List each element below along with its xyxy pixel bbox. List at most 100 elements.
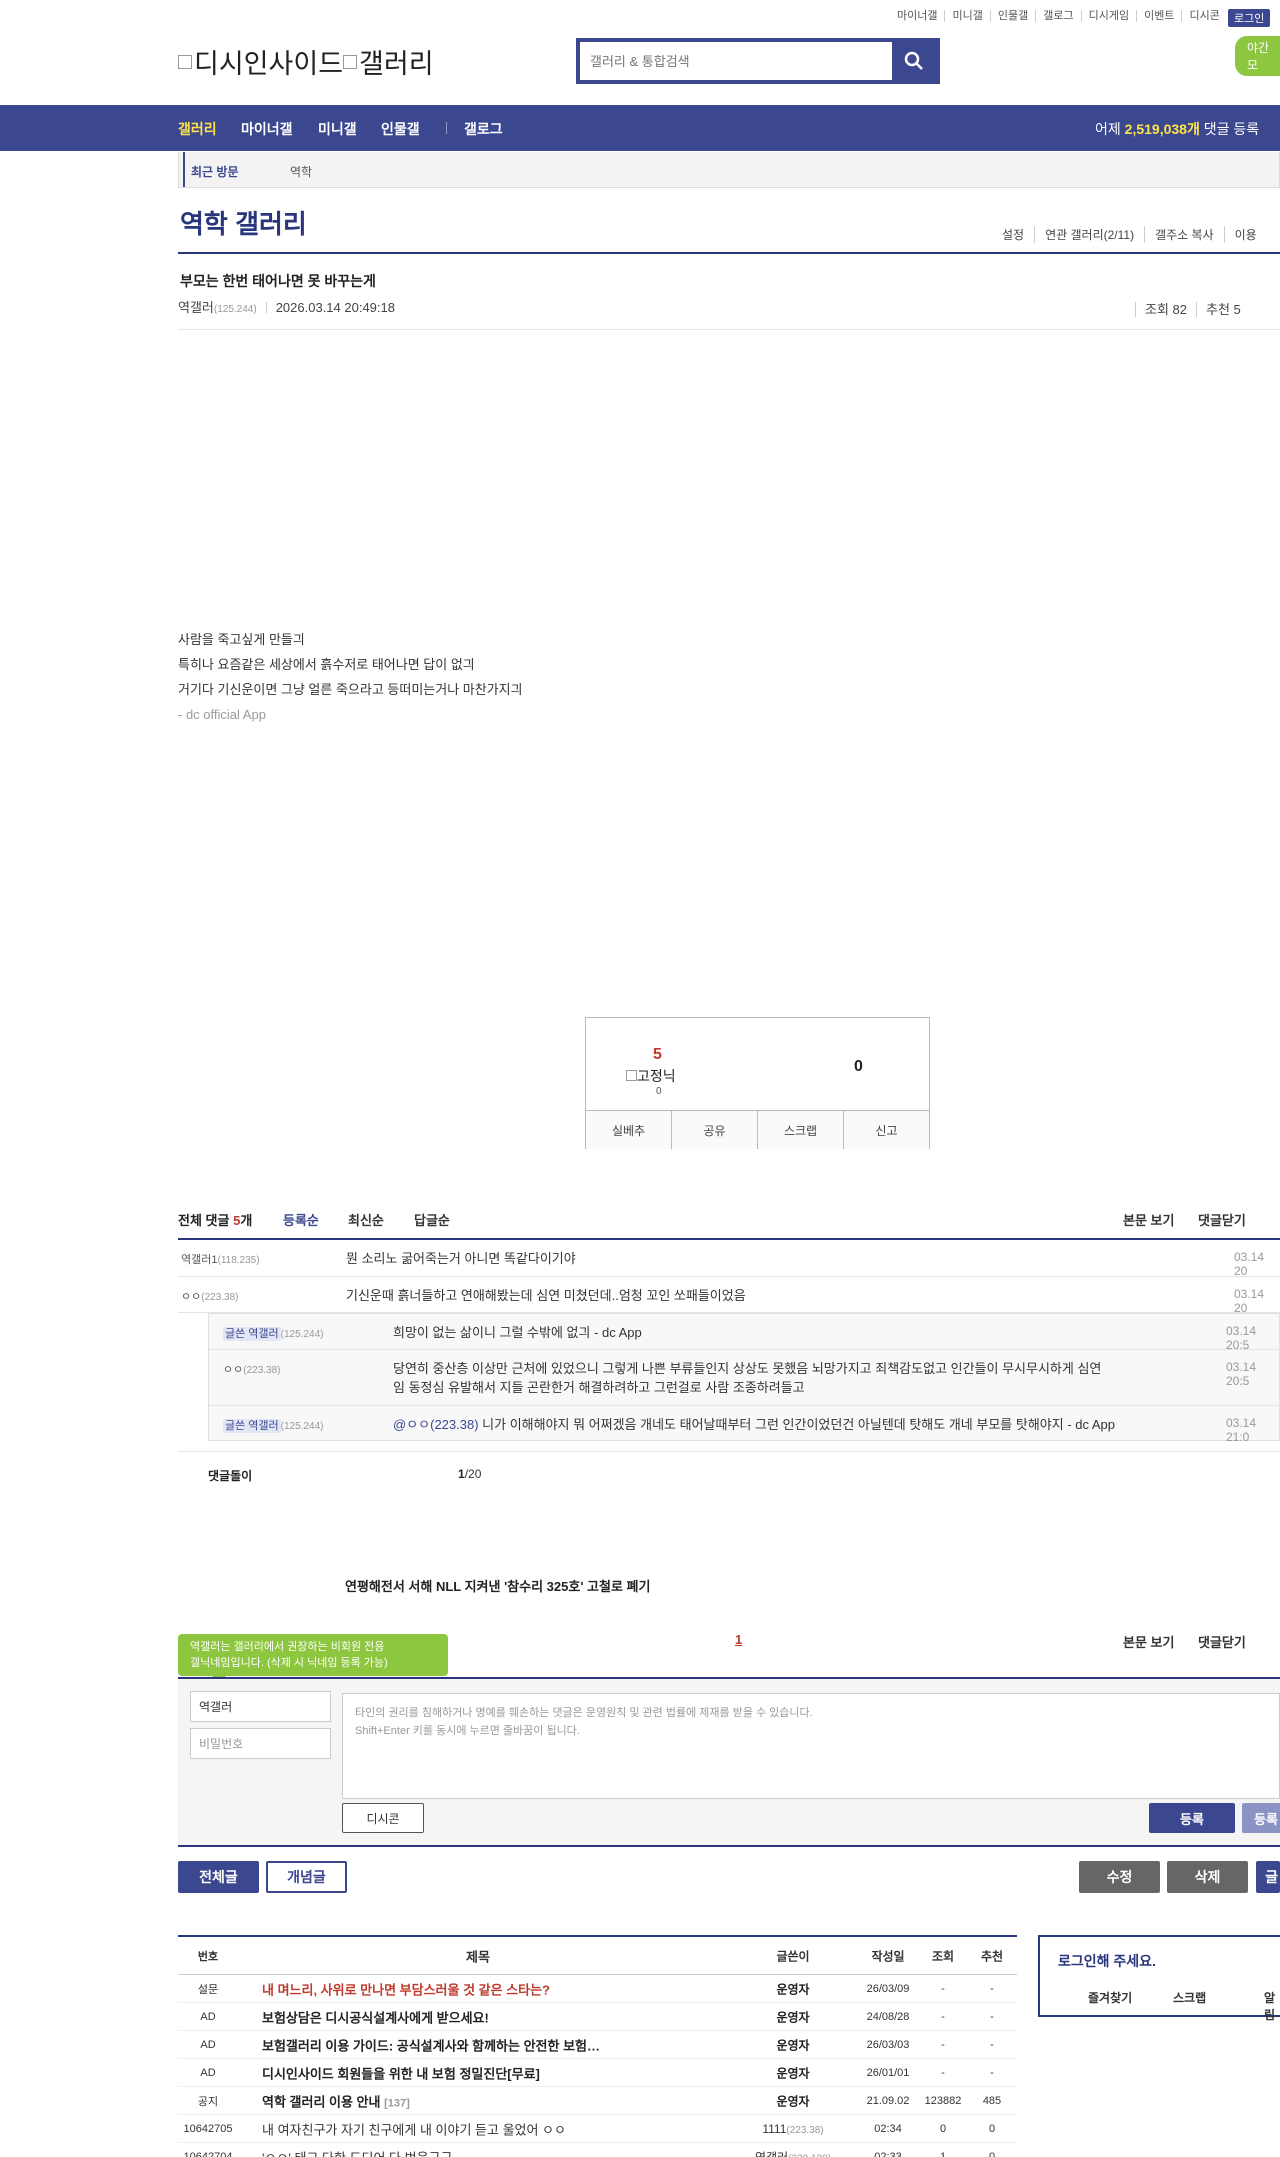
top-link-event[interactable]: 이벤트	[1137, 10, 1183, 22]
row-title[interactable]: 보험상담은 디시공식설계사에게 받으세요!	[262, 2007, 489, 2026]
edit-button[interactable]: 수정	[1079, 1861, 1160, 1893]
comments-header: 전체 댓글 5개 등록순 최신순 답글순 본문 보기 댓글닫기	[178, 1210, 1280, 1240]
row-title[interactable]: 역학 갤러리 이용 안내 [137]	[262, 2091, 410, 2110]
reply-date: 03.14 20:5	[1226, 1324, 1257, 1352]
row-writer[interactable]: 역갤러(220.120)	[733, 2148, 853, 2157]
top-link-minor[interactable]: 마이너갤	[890, 10, 946, 22]
nav-person[interactable]: 인물갤	[381, 119, 420, 139]
reply-author-tag: 글쓴 역갤러	[223, 1327, 281, 1341]
close-comments-link[interactable]: 댓글닫기	[1198, 1210, 1246, 1229]
top-link-person[interactable]: 인물갤	[991, 10, 1037, 22]
copy-gallery-url[interactable]: 갤주소 복사	[1144, 226, 1224, 243]
post-body-line: 특히나 요즘같은 세상에서 흙수저로 태어나면 답이 없긔	[178, 657, 475, 672]
row-writer[interactable]: 운영자	[733, 2008, 853, 2025]
view-post-link-2[interactable]: 본문 보기	[1123, 1632, 1174, 1651]
submit-alt-button[interactable]: 등록	[1242, 1803, 1280, 1833]
favorites-link[interactable]: 즐겨찾기	[1088, 1989, 1132, 2006]
gallery-title[interactable]: 역학 갤러리	[180, 204, 307, 241]
gallery-settings[interactable]: 설정	[1002, 226, 1034, 243]
comment-textarea[interactable]: 타인의 권리를 침해하거나 명예를 훼손하는 댓글은 운영원칙 및 관련 법률에…	[342, 1693, 1280, 1799]
row-date: 26/01/01	[866, 2066, 910, 2079]
close-comments-link-2[interactable]: 댓글닫기	[1198, 1632, 1246, 1651]
night-mode-button[interactable]: 야간 모	[1235, 36, 1280, 76]
nav-minor[interactable]: 마이너갤	[241, 119, 293, 139]
reply-mention[interactable]: @ㅇㅇ(223.38)	[393, 1417, 479, 1432]
sort-replies[interactable]: 답글순	[414, 1210, 450, 1229]
comment-nick[interactable]: ㅇㅇ(223.38)	[181, 1288, 239, 1304]
notification-link[interactable]: 알림	[1264, 1989, 1280, 2023]
site-logo[interactable]: 디시인사이드 갤러리	[178, 42, 434, 81]
best-recommend-button[interactable]: 실베추	[586, 1111, 671, 1149]
row-title[interactable]: 'ㅇㅇ' 태그 다한 도디어 다 벗음구구	[262, 2147, 452, 2157]
comment-bot-label: 댓글돌이	[208, 1469, 253, 1483]
row-writer[interactable]: 운영자	[733, 2092, 853, 2109]
table-row[interactable]: AD 보험상담은 디시공식설계사에게 받으세요! 운영자 24/08/28 - -	[178, 2003, 1017, 2031]
table-row[interactable]: 10642705 내 여자친구가 자기 친구에게 내 이야기 듣고 울었어 ㅇㅇ 1…	[178, 2115, 1017, 2143]
table-row[interactable]: 설문 내 며느리, 사위로 만나면 부담스러울 것 같은 스타는? 운영자 26/03…	[178, 1975, 1017, 2003]
comments-bottom-divider	[178, 1451, 1280, 1452]
recent-visit-label[interactable]: 최근 방문	[191, 163, 239, 180]
broken-image-icon	[178, 55, 192, 69]
row-date: 02:34	[874, 2122, 902, 2135]
share-button[interactable]: 공유	[671, 1111, 757, 1149]
login-button[interactable]: 로그인	[1228, 9, 1271, 27]
app-signature: - dc official App	[178, 707, 266, 722]
dccon-button[interactable]: 디시콘	[342, 1803, 424, 1833]
row-comment-count[interactable]: [137]	[384, 2097, 410, 2109]
gallery-usage[interactable]: 이용	[1223, 226, 1267, 243]
reply-nick[interactable]: 글쓴 역갤러 (125.244)	[223, 1417, 323, 1433]
nav-gallog[interactable]: 갤로그	[464, 119, 503, 139]
all-posts-button[interactable]: 전체글	[178, 1861, 259, 1893]
comment-page-current[interactable]: 1	[458, 1467, 465, 1481]
nav-gallery[interactable]: 갤러리	[178, 119, 217, 139]
top-link-gallog[interactable]: 갤로그	[1036, 10, 1082, 22]
fixed-nick-recommend: 고정닉	[626, 1066, 676, 1086]
row-title-text: 내 여자친구가 자기 친구에게 내 이야기 듣고 울었어 ㅇㅇ	[262, 2122, 566, 2137]
post-author[interactable]: 역갤러	[178, 300, 214, 315]
row-title[interactable]: 디시인사이드 회원들을 위한 내 보험 정밀진단[무료]	[262, 2063, 540, 2082]
table-row[interactable]: AD 보험갤러리 이용 가이드: 공식설계사와 함께하는 안전한 보험… 운영자 26…	[178, 2031, 1017, 2059]
reply-nick[interactable]: ㅇㅇ(223.38)	[223, 1361, 281, 1377]
related-galleries[interactable]: 연관 갤러리(2/11)	[1034, 226, 1144, 243]
table-row[interactable]: 공지 역학 갤러리 이용 안내 [137] 운영자 21.09.02 123882 485	[178, 2087, 1017, 2115]
top-link-dccon[interactable]: 디시콘	[1182, 10, 1226, 22]
delete-button[interactable]: 삭제	[1167, 1861, 1248, 1893]
nickname-field[interactable]: 역갤러	[190, 1691, 331, 1722]
row-title[interactable]: 보험갤러리 이용 가이드: 공식설계사와 함께하는 안전한 보험…	[262, 2035, 600, 2054]
top-link-game[interactable]: 디시게임	[1082, 10, 1138, 22]
nav-divider	[446, 122, 447, 134]
search-button[interactable]	[892, 42, 936, 80]
comment-nick[interactable]: 역갤러1(118.235)	[181, 1251, 260, 1267]
login-prompt[interactable]: 로그인해 주세요.	[1058, 1951, 1156, 1971]
row-recommend: -	[990, 2038, 994, 2051]
recommend-down-count[interactable]: 0	[854, 1058, 863, 1076]
scrap-button[interactable]: 스크랩	[757, 1111, 843, 1149]
row-no: AD	[200, 2010, 216, 2023]
recommend-up-count[interactable]: 5	[653, 1046, 662, 1064]
scrap-link[interactable]: 스크랩	[1173, 1989, 1206, 2006]
password-field[interactable]: 비밀번호	[190, 1728, 331, 1759]
nav-mini[interactable]: 미니갤	[318, 119, 357, 139]
row-writer[interactable]: 1111(223.38)	[733, 2122, 853, 2136]
table-row[interactable]: AD 디시인사이드 회원들을 위한 내 보험 정밀진단[무료] 운영자 26/01/0…	[178, 2059, 1017, 2087]
concept-posts-button[interactable]: 개념글	[266, 1861, 347, 1893]
view-post-link[interactable]: 본문 보기	[1123, 1210, 1174, 1229]
reply-nick[interactable]: 글쓴 역갤러 (125.244)	[223, 1325, 323, 1341]
recent-visit-item[interactable]: 역학	[290, 163, 312, 180]
write-post-button[interactable]: 글	[1256, 1861, 1280, 1893]
table-row[interactable]: 10642704 'ㅇㅇ' 태그 다한 도디어 다 벗음구구 역갤러(220.120…	[178, 2143, 1017, 2157]
row-title[interactable]: 내 며느리, 사위로 만나면 부담스러울 것 같은 스타는?	[262, 1979, 550, 1998]
row-writer[interactable]: 운영자	[733, 1980, 853, 1997]
write-header-links: 본문 보기 댓글닫기	[178, 1632, 1280, 1662]
row-title[interactable]: 내 여자친구가 자기 친구에게 내 이야기 듣고 울었어 ㅇㅇ	[262, 2119, 566, 2138]
search-input[interactable]	[580, 42, 892, 80]
top-link-mini[interactable]: 미니갤	[945, 10, 991, 22]
sort-latest[interactable]: 최신순	[348, 1210, 384, 1229]
row-no: AD	[200, 2066, 216, 2079]
sort-registered[interactable]: 등록순	[283, 1210, 319, 1229]
row-writer[interactable]: 운영자	[733, 2036, 853, 2053]
report-button[interactable]: 신고	[843, 1111, 929, 1149]
submit-button[interactable]: 등록	[1149, 1803, 1235, 1833]
row-writer[interactable]: 운영자	[733, 2064, 853, 2081]
next-post-link[interactable]: 연평해전서 서해 NLL 지켜낸 '참수리 325호' 고철로 폐기	[345, 1576, 650, 1595]
